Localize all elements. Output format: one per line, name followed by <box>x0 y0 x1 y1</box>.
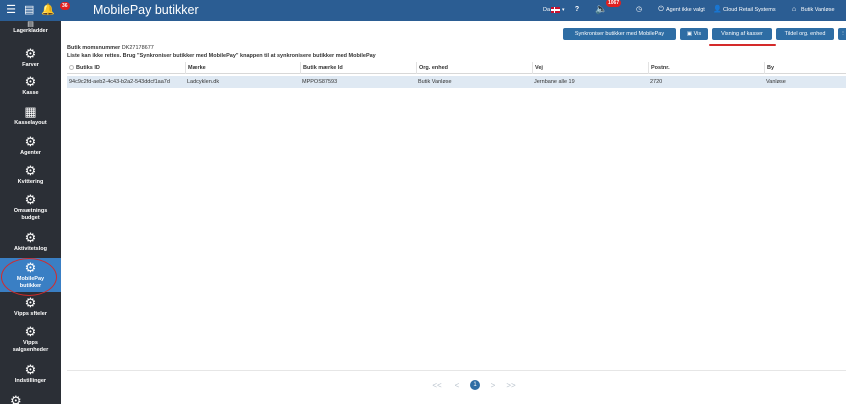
gear-icon: ⚙ <box>24 362 37 377</box>
bell-icon[interactable]: 🔔 <box>41 3 55 17</box>
sync-mobilepay-button[interactable]: Synkroniser butikker med MobilePay <box>563 28 676 40</box>
table-cell: 2720 <box>650 79 663 85</box>
store-name[interactable]: Butik Vanløse <box>801 5 835 15</box>
view-icon: ▣ <box>686 31 693 37</box>
table-row[interactable]: 94c9c2fd-aeb2-4c43-b2a2-543ddcf1aa7d Lad… <box>67 76 846 88</box>
pager-current[interactable]: 1 <box>470 380 480 390</box>
gear-icon: ⚙ <box>24 192 37 207</box>
company-name[interactable]: Cloud Retail Systems <box>723 5 776 15</box>
annotation-underline <box>709 44 776 46</box>
table-cell: 94c9c2fd-aeb2-4c43-b2a2-543ddcf1aa7d <box>69 79 170 85</box>
annotation-circle <box>1 258 57 296</box>
pager-first[interactable]: << <box>430 380 444 392</box>
sidebar-item-kasse[interactable]: ⚙ Kasse <box>0 75 61 99</box>
pager-prev[interactable]: < <box>452 380 462 392</box>
clipboard-icon: ▤ <box>27 21 34 28</box>
gear-icon: ⚙ <box>24 46 37 61</box>
column-header[interactable]: Postnr. <box>648 62 764 74</box>
top-bar: ☰ ▤ 🔔 36 MobilePay butikker Da ▾ ? 🔈 106… <box>0 0 846 21</box>
more-button[interactable]: ⋮ <box>838 28 846 40</box>
sidebar-item-omsaetnings-budget[interactable]: ⚙ Omsætnings budget <box>0 193 61 225</box>
gear-icon: ⚙ <box>24 230 37 245</box>
gear-icon: ⚙ <box>24 134 37 149</box>
sync-notice: Liste kan ikke rettes. Brug "Synkroniser… <box>67 53 376 59</box>
danish-flag-icon[interactable] <box>551 7 560 13</box>
sidebar-item-aktivitetslog[interactable]: ⚙ Aktivitetslog <box>0 231 61 255</box>
assign-org-unit-button[interactable]: Tildel org. enhed <box>776 28 834 40</box>
table-cell: Vanløse <box>766 79 786 85</box>
speaker-muted-icon[interactable]: 🔈 <box>595 3 607 17</box>
view-registers-button[interactable]: Visning af kasser <box>712 28 772 40</box>
list-icon[interactable]: ▤ <box>24 3 34 17</box>
language-selector[interactable]: Da <box>543 5 550 15</box>
table-cell: Ladcyklen.dk <box>187 79 220 85</box>
table-cell: Butik Vanløse <box>418 79 452 85</box>
gear-icon: ⚙ <box>24 295 37 310</box>
sidebar-item-farver[interactable]: ⚙ Farver <box>0 47 61 71</box>
column-header[interactable]: Butik mærke Id <box>300 62 416 74</box>
menu-icon[interactable]: ☰ <box>6 3 16 17</box>
vat-number-line: Butik momsnummer DK27178677 <box>67 45 154 51</box>
table-cell: MPPOS87593 <box>302 79 338 85</box>
radio-icon[interactable] <box>69 65 74 71</box>
column-header[interactable]: Butiks ID <box>67 62 185 74</box>
sidebar: ▤ Lagerkladder ⚙ Farver ⚙ Kasse ▦ Kassel… <box>0 21 61 404</box>
sidebar-item-indstillinger[interactable]: ⚙ Indstillinger <box>0 363 61 387</box>
notification-badge: 36 <box>60 2 70 10</box>
column-header[interactable]: By <box>764 62 846 74</box>
pager-next[interactable]: > <box>488 380 498 392</box>
vat-number: DK27178677 <box>121 45 154 51</box>
agent-status[interactable]: Agent ikke valgt <box>666 5 705 15</box>
view-button[interactable]: ▣ Vis <box>680 28 708 40</box>
gear-icon: ⚙ <box>24 324 37 339</box>
help-icon[interactable]: ? <box>573 3 581 17</box>
sidebar-item-kvittering[interactable]: ⚙ Kvittering <box>0 164 61 188</box>
user-icon[interactable]: 👤 <box>713 3 722 17</box>
table-header: Butiks ID Mærke Butik mærke Id Org. enhe… <box>67 62 846 74</box>
column-header[interactable]: Mærke <box>185 62 300 74</box>
muted-badge: 1067 <box>606 0 622 7</box>
column-header[interactable]: Vej <box>532 62 648 74</box>
gear-icon: ⚙ <box>24 163 37 178</box>
sidebar-item-vipps-salgsenheder[interactable]: ⚙ Vipps salgsenheder <box>0 325 61 357</box>
home-icon[interactable]: ⌂ <box>790 3 798 17</box>
sidebar-item-more[interactable]: ⚙ <box>0 392 61 404</box>
gear-icon: ⚙ <box>10 393 22 404</box>
sidebar-item-kasselayout[interactable]: ▦ Kasselayout <box>0 105 61 129</box>
clock-icon[interactable]: ◷ <box>635 3 643 17</box>
divider <box>67 370 846 371</box>
table-cell: Jernbane alle 19 <box>534 79 575 85</box>
pager-last[interactable]: >> <box>504 380 518 392</box>
power-icon[interactable]: ⏻ <box>657 3 665 17</box>
page-title: MobilePay butikker <box>93 3 199 17</box>
grid-icon: ▦ <box>24 104 37 119</box>
chevron-down-icon[interactable]: ▾ <box>562 5 565 15</box>
column-header[interactable]: Org. enhed <box>416 62 532 74</box>
sidebar-item-vipps-sfteler[interactable]: ⚙ Vipps sfteler <box>0 296 61 320</box>
sidebar-item-lagerkladder[interactable]: ▤ Lagerkladder <box>0 21 61 37</box>
sidebar-item-agenter[interactable]: ⚙ Agenter <box>0 135 61 159</box>
gear-icon: ⚙ <box>24 74 37 89</box>
